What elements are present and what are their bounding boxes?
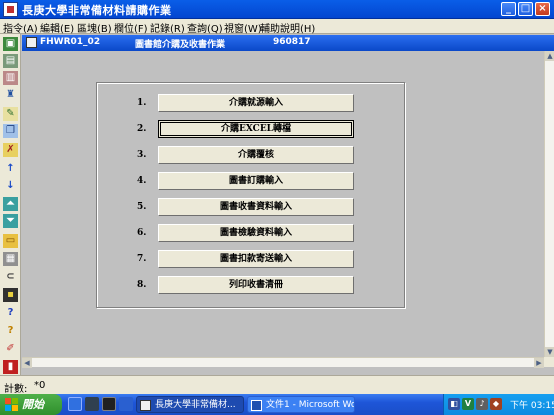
menu-window[interactable]: 視窗(W) [224, 20, 262, 35]
task-button-active[interactable]: 長庚大學非常備材... [136, 396, 244, 413]
attach-icon[interactable]: ⊂ [3, 270, 18, 284]
scroll-left-icon[interactable]: ◀ [22, 358, 32, 368]
vertical-scrollbar[interactable]: ▲ ▼ [544, 51, 554, 357]
item-number: 7. [137, 254, 147, 264]
clear-icon[interactable]: ✗ [3, 143, 18, 157]
disk-icon[interactable]: ▪ [3, 288, 18, 302]
form-date: 960817 [273, 37, 311, 47]
menu-button-4[interactable]: 圖書訂購輸入 [158, 172, 354, 190]
edit-icon[interactable]: ✎ [3, 107, 18, 121]
maximize-button[interactable]: □ [518, 2, 533, 16]
media-icon[interactable] [85, 397, 99, 411]
menu-help[interactable]: 輔助說明(H) [260, 20, 315, 35]
item-number: 1. [137, 98, 147, 108]
menu-button-3[interactable]: 介購覆核 [158, 146, 354, 164]
menu-command[interactable]: 指令(A) [3, 20, 38, 35]
form-canvas: 1. 介購就源輸入 2. 介購EXCEL轉檔 3. 介購覆核 4. 圖書訂購輸入… [22, 51, 544, 357]
query-help-icon[interactable]: ? [3, 324, 18, 338]
start-button[interactable]: 開始 [0, 394, 62, 415]
chevron-icon[interactable] [119, 397, 133, 411]
record-count-label: 計數: [4, 384, 28, 395]
open-folder-icon[interactable]: ▭ [3, 234, 18, 248]
item-number: 2. [137, 124, 147, 134]
security-icon[interactable]: ◆ [490, 398, 502, 410]
menu-button-6[interactable]: 圖書檢驗資料輸入 [158, 224, 354, 242]
ime-icon[interactable]: V [462, 398, 474, 410]
item-number: 3. [137, 150, 147, 160]
form-icon [26, 37, 37, 48]
scroll-down-icon[interactable]: ▼ [545, 347, 554, 357]
clock: 下午 03:15 [510, 401, 554, 411]
form-name: 圖書館介購及收書作業 [135, 40, 226, 50]
app-icon[interactable] [3, 2, 18, 17]
word-icon [251, 400, 262, 411]
help-icon[interactable]: ? [3, 306, 18, 320]
close-button[interactable]: × [535, 2, 550, 16]
last-record-icon[interactable]: ⏷ [3, 214, 18, 228]
binoculars-icon[interactable]: ♜ [3, 88, 18, 102]
item-number: 4. [137, 176, 147, 186]
minimize-button[interactable]: _ [501, 2, 516, 16]
menu-query[interactable]: 查詢(Q) [187, 20, 223, 35]
menu-block[interactable]: 區塊(B) [77, 20, 112, 35]
menu-bar: 指令(A) 編輯(E) 區塊(B) 欄位(F) 記錄(R) 查詢(Q) 視窗(W… [0, 19, 554, 35]
exit-door-icon[interactable]: ▮ [3, 360, 18, 374]
menu-button-2[interactable]: 介購EXCEL轉檔 [158, 120, 354, 138]
windows-flag-icon [5, 398, 18, 411]
left-toolbar: ▣ ▤ ▥ ♜ ✎ ❐ ✗ ↑ ↓ ⏶ ⏷ ▭ ▦ ⊂ ▪ ? ? ✐ ▮ [0, 34, 21, 375]
taskbar: 開始 長庚大學非常備材... 文件1 - Microsoft Word ◧ V … [0, 394, 554, 415]
status-bar: 計數: *0 [0, 375, 554, 395]
menu-record[interactable]: 記錄(R) [150, 20, 185, 35]
copy-icon[interactable]: ❐ [3, 124, 18, 138]
scroll-corner [544, 357, 554, 367]
window-titlebar[interactable]: 長庚大學非常備材料請購作業 _ □ × [0, 0, 554, 19]
start-label: 開始 [22, 398, 44, 411]
system-tray: ◧ V ♪ ◆ 下午 03:15 [443, 394, 554, 415]
form-titlebar[interactable]: FHWR01_02 圖書館介購及收書作業 960817 [22, 35, 554, 51]
horizontal-scrollbar[interactable]: ◀ ▶ [22, 357, 544, 368]
volume-icon[interactable]: ♪ [476, 398, 488, 410]
task-label: 長庚大學非常備材... [155, 400, 236, 410]
menu-field[interactable]: 欄位(F) [114, 20, 148, 35]
menu-button-1[interactable]: 介購就源輸入 [158, 94, 354, 112]
arrow-up-icon[interactable]: ↑ [3, 162, 18, 176]
task-button-word[interactable]: 文件1 - Microsoft Word [247, 396, 355, 413]
first-record-icon[interactable]: ⏶ [3, 197, 18, 211]
task-label: 文件1 - Microsoft Word [266, 400, 354, 410]
ie-icon[interactable] [68, 397, 82, 411]
exit-icon[interactable]: ▤ [3, 54, 18, 68]
item-number: 8. [137, 280, 147, 290]
network-icon[interactable]: ◧ [448, 398, 460, 410]
window-title: 長庚大學非常備材料請購作業 [22, 4, 172, 17]
pencil-icon[interactable]: ✐ [3, 342, 18, 356]
app-quicklaunch-icon[interactable] [102, 397, 116, 411]
print-preview-icon[interactable]: ▦ [3, 252, 18, 266]
item-number: 5. [137, 202, 147, 212]
save-icon[interactable]: ▣ [3, 37, 18, 51]
menu-button-5[interactable]: 圖書收書資料輸入 [158, 198, 354, 216]
scroll-up-icon[interactable]: ▲ [545, 51, 554, 61]
menu-button-7[interactable]: 圖書扣款寄送輸入 [158, 250, 354, 268]
arrow-down-icon[interactable]: ↓ [3, 179, 18, 193]
form-code: FHWR01_02 [40, 37, 101, 47]
scroll-right-icon[interactable]: ▶ [534, 358, 544, 368]
record-count-value: *0 [34, 380, 46, 391]
menu-button-8[interactable]: 列印收書清冊 [158, 276, 354, 294]
app-task-icon [140, 400, 151, 411]
function-menu-panel: 1. 介購就源輸入 2. 介購EXCEL轉檔 3. 介購覆核 4. 圖書訂購輸入… [96, 82, 405, 308]
print-icon[interactable]: ▥ [3, 71, 18, 85]
menu-edit[interactable]: 編輯(E) [40, 20, 74, 35]
item-number: 6. [137, 228, 147, 238]
